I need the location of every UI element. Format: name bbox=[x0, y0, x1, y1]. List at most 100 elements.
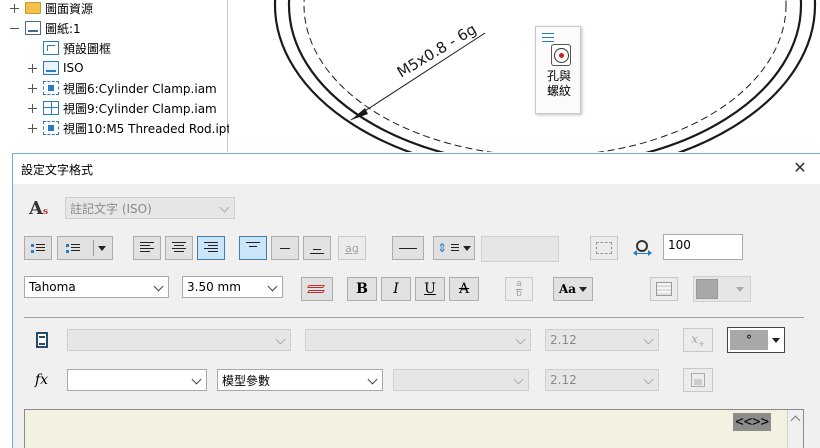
tree-item-default-border[interactable]: 預設圖框 bbox=[43, 38, 111, 58]
fill-color-dropdown[interactable] bbox=[693, 276, 751, 302]
add-component-property-button[interactable]: x+ bbox=[683, 328, 713, 352]
text-field-placeholder[interactable]: <<>> bbox=[733, 413, 771, 431]
dialog-title-bar: 設定文字格式 ✕ bbox=[13, 154, 820, 184]
italic-button[interactable]: I bbox=[381, 277, 411, 301]
font-dropdown[interactable]: Tahoma bbox=[24, 276, 169, 298]
chevron-down-icon bbox=[221, 203, 229, 211]
valign-top-icon bbox=[246, 242, 260, 254]
valign-middle-button[interactable] bbox=[271, 236, 299, 260]
title-block-icon bbox=[43, 61, 59, 75]
strikethrough-button[interactable]: A bbox=[449, 277, 479, 301]
line-spacing-icon: ⇕ bbox=[436, 241, 448, 255]
chevron-down-icon bbox=[772, 338, 780, 343]
parameter-source-dropdown[interactable]: 模型參數 bbox=[217, 369, 383, 391]
width-scale-icon bbox=[633, 238, 653, 258]
function-icon: fx bbox=[35, 372, 49, 388]
text-color-button[interactable] bbox=[301, 277, 333, 301]
valign-top-button[interactable] bbox=[239, 236, 267, 260]
hole-thread-menu[interactable]: 孔與 螺紋 bbox=[535, 26, 581, 114]
chevron-down-icon bbox=[517, 335, 525, 343]
view-icon bbox=[43, 121, 59, 135]
parameter-precision-dropdown[interactable]: 2.12 bbox=[545, 369, 659, 391]
add-parameter-button[interactable] bbox=[683, 368, 713, 392]
collapse-minus-icon[interactable] bbox=[10, 24, 19, 33]
width-scale-input[interactable]: 100 bbox=[663, 234, 743, 260]
tree-item-view6[interactable]: 視圖6:Cylinder Clamp.iam bbox=[28, 78, 217, 98]
chevron-down-icon bbox=[269, 282, 277, 290]
expand-plus-icon[interactable] bbox=[28, 103, 37, 113]
expand-plus-icon[interactable] bbox=[28, 63, 37, 73]
underline-button[interactable]: U bbox=[415, 277, 445, 301]
tree-item-label: 預設圖框 bbox=[63, 41, 112, 56]
thread-dimension-text[interactable]: M5x0.8 - 6g bbox=[394, 20, 480, 81]
folder-icon bbox=[25, 2, 41, 14]
chevron-down-icon bbox=[515, 375, 523, 383]
text-editor[interactable]: <<>> bbox=[24, 409, 804, 448]
tree-item-label: ISO bbox=[63, 61, 84, 75]
dialog-title: 設定文字格式 bbox=[21, 162, 94, 177]
align-right-icon bbox=[204, 242, 218, 254]
parameter-part-dropdown[interactable] bbox=[67, 369, 207, 391]
stack-text-button[interactable]: ag bbox=[338, 236, 366, 260]
align-right-button[interactable] bbox=[197, 236, 225, 260]
tree-item-view10[interactable]: 視圖10:M5 Threaded Rod.ipt bbox=[28, 118, 231, 138]
hole-thread-icon[interactable] bbox=[551, 44, 571, 66]
insert-property-icon: x+ bbox=[691, 331, 705, 349]
fit-text-button[interactable] bbox=[590, 236, 618, 260]
horizontal-line-icon bbox=[399, 247, 417, 249]
component-property-dropdown[interactable] bbox=[305, 329, 531, 351]
numbered-list-icon bbox=[66, 243, 80, 253]
component-type-dropdown[interactable] bbox=[67, 329, 291, 351]
close-icon[interactable]: ✕ bbox=[792, 160, 808, 176]
format-text-dialog: 設定文字格式 ✕ As 註記文字 (ISO) ag ⇕ 100 Tahoma 3… bbox=[12, 153, 820, 448]
expand-plus-icon[interactable] bbox=[10, 3, 19, 13]
tree-item-label: 圖紙:1 bbox=[45, 21, 81, 36]
line-spacing-button[interactable]: ⇕ bbox=[433, 236, 475, 260]
align-center-icon bbox=[172, 242, 186, 254]
bold-button[interactable]: B bbox=[347, 277, 377, 301]
numbered-list-button[interactable] bbox=[57, 236, 113, 260]
align-center-button[interactable] bbox=[165, 236, 193, 260]
expand-plus-icon[interactable] bbox=[28, 83, 37, 93]
fit-text-icon bbox=[596, 242, 612, 254]
split-divider bbox=[93, 240, 94, 256]
horizontal-line-button[interactable] bbox=[392, 236, 424, 260]
chevron-down-icon bbox=[579, 286, 588, 292]
valign-bottom-button[interactable] bbox=[303, 236, 331, 260]
line-spacing-value-dropdown[interactable] bbox=[481, 236, 559, 262]
text-style-dropdown[interactable]: 註記文字 (ISO) bbox=[65, 197, 235, 219]
vertical-scrollbar[interactable] bbox=[787, 410, 803, 448]
component-precision-dropdown[interactable]: 2.12 bbox=[545, 329, 659, 351]
tree-item-sheet[interactable]: 圖紙:1 bbox=[10, 18, 81, 38]
chevron-down-icon bbox=[645, 335, 653, 343]
fraction-button[interactable]: a b bbox=[505, 277, 533, 301]
drawing-canvas[interactable]: M5x0.8 - 6g bbox=[229, 0, 820, 152]
background-fill-button[interactable] bbox=[650, 277, 678, 301]
tree-item-label: 圖面資源 bbox=[45, 1, 94, 16]
view-icon bbox=[43, 101, 59, 115]
font-size-dropdown[interactable]: 3.50 mm bbox=[182, 276, 283, 298]
parameter-name-dropdown[interactable] bbox=[393, 369, 529, 391]
chevron-down-icon bbox=[463, 245, 472, 251]
expand-plus-icon[interactable] bbox=[28, 123, 37, 133]
insert-parameter-icon bbox=[691, 373, 705, 387]
align-left-button[interactable] bbox=[133, 236, 161, 260]
symbol-dropdown[interactable]: ° bbox=[727, 327, 785, 353]
valign-middle-icon bbox=[280, 247, 290, 249]
chevron-down-icon bbox=[98, 246, 106, 251]
align-left-icon bbox=[140, 242, 154, 254]
chevron-down-icon bbox=[193, 375, 201, 383]
drawing-geometry: M5x0.8 - 6g bbox=[273, 0, 817, 152]
chevron-down-icon bbox=[645, 375, 653, 383]
tree-item-view9[interactable]: 視圖9:Cylinder Clamp.iam bbox=[28, 98, 217, 118]
degree-symbol-swatch: ° bbox=[730, 330, 768, 350]
insert-symbol-button[interactable]: Aa bbox=[553, 277, 593, 301]
bullet-list-button[interactable] bbox=[24, 236, 52, 260]
tree-item-iso[interactable]: ISO bbox=[28, 58, 84, 78]
tree-item-drawing-resources[interactable]: 圖面資源 bbox=[10, 0, 93, 18]
leader-line bbox=[350, 32, 486, 121]
chevron-down-icon bbox=[736, 287, 744, 292]
background-fill-icon bbox=[656, 282, 672, 296]
tree-item-label: 視圖6:Cylinder Clamp.iam bbox=[63, 81, 217, 96]
model-browser: 圖面資源 圖紙:1 預設圖框 ISO 視圖6:Cylinder Clamp.ia… bbox=[0, 0, 231, 152]
